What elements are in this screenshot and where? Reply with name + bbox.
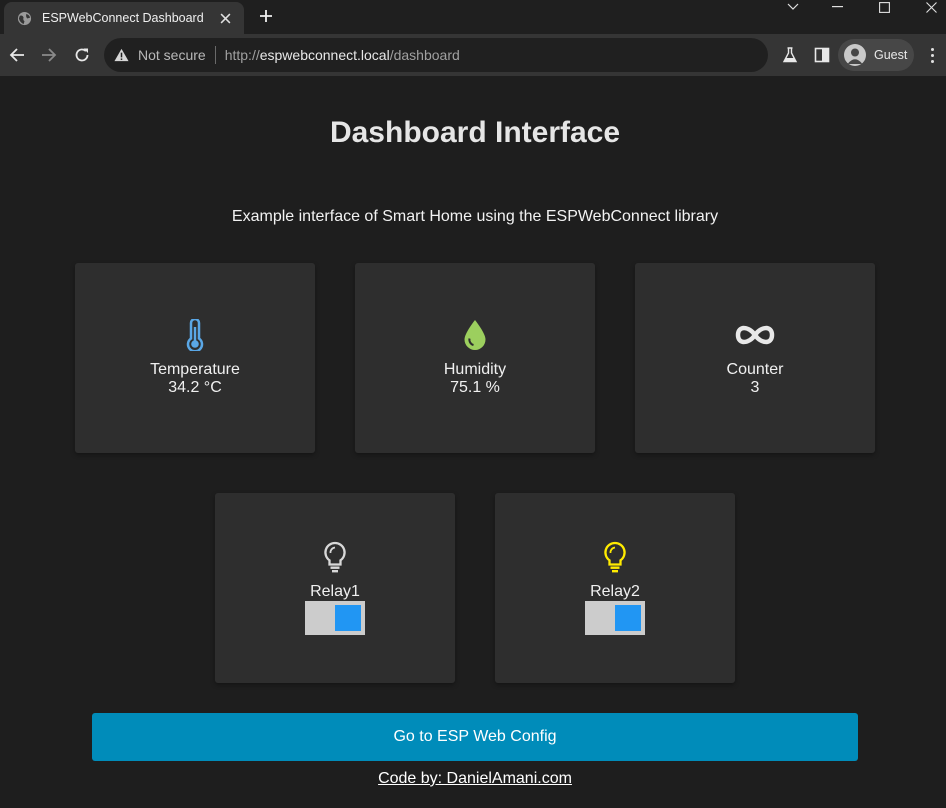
browser-tab[interactable]: ESPWebConnect Dashboard bbox=[4, 2, 244, 34]
maximize-icon[interactable] bbox=[864, 0, 904, 14]
temperature-label: Temperature bbox=[150, 361, 240, 378]
url-scheme: http:// bbox=[224, 47, 260, 63]
counter-value: 3 bbox=[750, 379, 760, 396]
relay1-toggle-knob bbox=[335, 605, 361, 631]
dashboard-page: Dashboard Interface Example interface of… bbox=[0, 76, 946, 808]
infinity-icon bbox=[635, 323, 875, 347]
reload-icon[interactable] bbox=[70, 43, 94, 67]
thermometer-icon bbox=[75, 319, 315, 351]
humidity-label: Humidity bbox=[443, 361, 507, 378]
lightbulb-icon bbox=[495, 541, 735, 573]
lightbulb-icon bbox=[215, 541, 455, 573]
address-bar[interactable]: Not secure http://espwebconnect.local/da… bbox=[104, 38, 768, 72]
back-icon[interactable] bbox=[5, 43, 29, 67]
humidity-card: Humidity 75.1 % bbox=[355, 263, 595, 453]
divider bbox=[214, 46, 216, 64]
url-host: espwebconnect.local bbox=[259, 47, 390, 63]
relay2-toggle-knob bbox=[615, 605, 641, 631]
warning-icon[interactable] bbox=[114, 47, 130, 63]
forward-icon[interactable] bbox=[37, 43, 61, 67]
profile-button[interactable]: Guest bbox=[838, 39, 914, 71]
browser-toolbar: Not secure http://espwebconnect.local/da… bbox=[0, 34, 946, 76]
guest-avatar-icon bbox=[844, 44, 866, 66]
side-panel-icon[interactable] bbox=[812, 45, 832, 65]
temperature-card: Temperature 34.2 °C bbox=[75, 263, 315, 453]
tab-search-icon[interactable] bbox=[773, 0, 813, 14]
tab-title: ESPWebConnect Dashboard bbox=[42, 11, 204, 25]
url-path: /dashboard bbox=[389, 47, 460, 63]
credit-link[interactable]: Code by: DanielAmani.com bbox=[0, 770, 946, 788]
profile-name: Guest bbox=[874, 48, 908, 62]
relay1-card: Relay1 bbox=[215, 493, 455, 683]
minimize-icon[interactable] bbox=[817, 0, 857, 14]
relay2-label: Relay2 bbox=[590, 583, 640, 600]
menu-icon[interactable] bbox=[924, 45, 940, 65]
close-window-icon[interactable] bbox=[911, 0, 946, 14]
droplet-icon bbox=[355, 319, 595, 351]
counter-card: Counter 3 bbox=[635, 263, 875, 453]
new-tab-icon[interactable] bbox=[256, 6, 276, 26]
esp-web-config-button[interactable]: Go to ESP Web Config bbox=[92, 713, 858, 761]
humidity-value: 75.1 % bbox=[450, 379, 500, 396]
temperature-value: 34.2 °C bbox=[168, 379, 222, 396]
counter-label: Counter bbox=[726, 361, 784, 378]
security-status[interactable]: Not secure bbox=[138, 47, 206, 63]
tab-strip: ESPWebConnect Dashboard bbox=[0, 0, 946, 34]
relay2-toggle[interactable] bbox=[585, 601, 645, 635]
relay2-card: Relay2 bbox=[495, 493, 735, 683]
url-text[interactable]: http://espwebconnect.local/dashboard bbox=[225, 47, 460, 63]
page-title: Dashboard Interface bbox=[329, 116, 621, 149]
globe-icon bbox=[16, 10, 32, 26]
close-tab-icon[interactable] bbox=[216, 9, 234, 27]
relay1-label: Relay1 bbox=[310, 583, 360, 600]
relay1-toggle[interactable] bbox=[305, 601, 365, 635]
labs-flask-icon[interactable] bbox=[780, 45, 800, 65]
page-subtitle: Example interface of Smart Home using th… bbox=[231, 208, 719, 225]
